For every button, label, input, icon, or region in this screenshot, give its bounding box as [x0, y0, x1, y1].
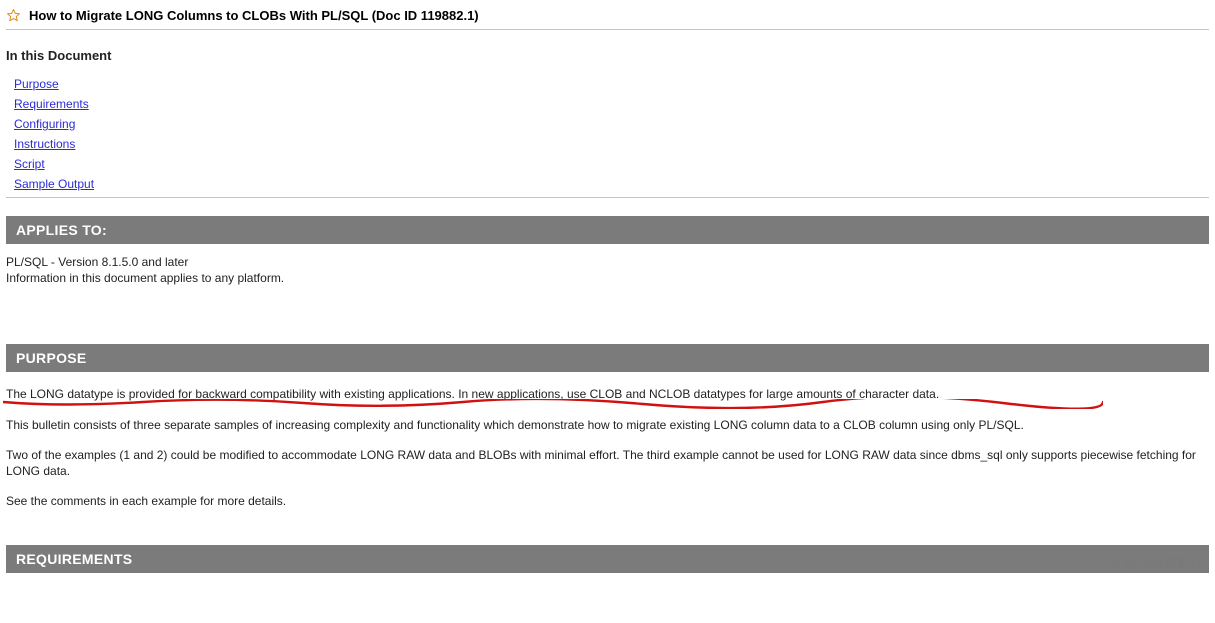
toc-item: Requirements — [14, 97, 1209, 111]
toc-link-instructions[interactable]: Instructions — [14, 137, 75, 151]
title-row: How to Migrate LONG Columns to CLOBs Wit… — [6, 4, 1209, 29]
purpose-paragraph-2: This bulletin consists of three separate… — [6, 417, 1209, 433]
purpose-paragraph-1: The LONG datatype is provided for backwa… — [6, 387, 939, 401]
toc-item: Sample Output — [14, 177, 1209, 191]
toc-item: Instructions — [14, 137, 1209, 151]
purpose-paragraph-4: See the comments in each example for mor… — [6, 493, 1209, 509]
toc-link-script[interactable]: Script — [14, 157, 45, 171]
favorite-star-icon[interactable] — [6, 8, 21, 23]
purpose-paragraph-1-wrap: The LONG datatype is provided for backwa… — [6, 386, 1209, 402]
section-purpose-title: PURPOSE — [6, 344, 1209, 372]
toc-item: Purpose — [14, 77, 1209, 91]
toc-link-sample-output[interactable]: Sample Output — [14, 177, 94, 191]
toc-link-purpose[interactable]: Purpose — [14, 77, 59, 91]
purpose-highlighted-sentence: The LONG datatype is provided for backwa… — [6, 386, 939, 402]
toc-list: Purpose Requirements Configuring Instruc… — [6, 77, 1209, 191]
applies-to-line1: PL/SQL - Version 8.1.5.0 and later — [6, 255, 188, 269]
divider — [6, 197, 1209, 198]
toc-link-configuring[interactable]: Configuring — [14, 117, 75, 131]
document-title: How to Migrate LONG Columns to CLOBs Wit… — [29, 8, 479, 23]
toc-item: Configuring — [14, 117, 1209, 131]
toc-heading: In this Document — [6, 48, 1209, 63]
section-requirements-title: REQUIREMENTS — [6, 545, 1209, 573]
divider — [6, 29, 1209, 30]
applies-to-line2: Information in this document applies to … — [6, 271, 284, 285]
purpose-paragraph-3: Two of the examples (1 and 2) could be m… — [6, 447, 1209, 479]
toc-link-requirements[interactable]: Requirements — [14, 97, 89, 111]
applies-to-text: PL/SQL - Version 8.1.5.0 and later Infor… — [6, 254, 1209, 286]
toc-item: Script — [14, 157, 1209, 171]
section-applies-to-title: APPLIES TO: — [6, 216, 1209, 244]
